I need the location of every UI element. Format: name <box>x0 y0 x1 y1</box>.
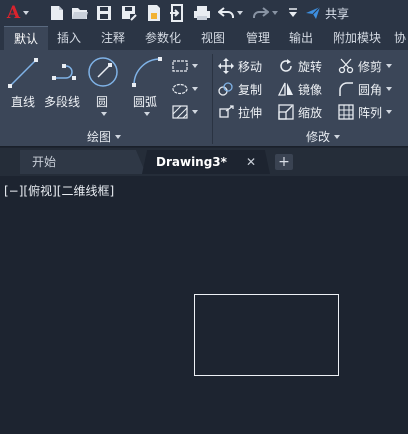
move-tool[interactable]: 移动 <box>218 56 262 76</box>
new-file-icon[interactable] <box>48 2 66 24</box>
rotate-label: 旋转 <box>298 59 323 74</box>
rectangle-icon <box>172 60 188 72</box>
move-label: 移动 <box>238 59 263 74</box>
tab-parametric[interactable]: 参数化 <box>138 26 188 50</box>
share-icon <box>305 6 321 20</box>
array-label: 阵列 <box>358 105 383 120</box>
fillet-dropdown-icon[interactable] <box>386 87 393 91</box>
array-tool[interactable]: 阵列 <box>338 102 393 122</box>
ribbon-panel: 直线 多段线 圆 圆弧 绘图 移动 旋转 修剪 复制 镜像 圆角 拉伸 缩放 阵… <box>0 50 408 147</box>
circle-tool-icon[interactable] <box>86 55 120 89</box>
ribbon-tab-bar: 默认 插入 注释 参数化 视图 管理 输出 附加模块 协 <box>0 26 408 50</box>
circle-dropdown-icon[interactable] <box>101 112 107 116</box>
mirror-icon <box>278 81 294 97</box>
share-button[interactable]: 共享 <box>305 3 349 23</box>
save-icon[interactable] <box>95 2 113 24</box>
drawn-rectangle[interactable] <box>194 294 339 376</box>
ellipse-tool[interactable] <box>172 79 198 99</box>
scale-tool[interactable]: 缩放 <box>278 102 322 122</box>
close-icon[interactable]: ✕ <box>246 150 256 174</box>
stretch-tool[interactable]: 拉伸 <box>218 102 262 122</box>
arc-tool-icon[interactable] <box>130 55 164 89</box>
ellipse-icon <box>172 83 188 95</box>
move-icon <box>218 58 234 74</box>
copy-label: 复制 <box>238 82 263 97</box>
share-label: 共享 <box>325 6 350 21</box>
trim-tool[interactable]: 修剪 <box>338 56 393 76</box>
array-dropdown-icon[interactable] <box>386 110 393 114</box>
file-tab-bar: 开始 Drawing3* ✕ + <box>0 148 408 176</box>
line-tool-label[interactable]: 直线 <box>11 93 35 110</box>
trim-dropdown-icon[interactable] <box>386 64 393 68</box>
stretch-icon <box>218 104 234 120</box>
copy-tool[interactable]: 复制 <box>218 79 262 99</box>
fillet-icon <box>338 81 354 97</box>
stretch-label: 拉伸 <box>238 105 263 120</box>
tab-manage[interactable]: 管理 <box>239 26 277 50</box>
new-tab-button[interactable]: + <box>275 154 293 170</box>
plot-icon[interactable] <box>192 2 212 24</box>
tab-annotate[interactable]: 注释 <box>94 26 132 50</box>
publish-icon[interactable] <box>145 2 163 24</box>
rectangle-tool[interactable] <box>172 56 198 76</box>
fillet-tool[interactable]: 圆角 <box>338 79 393 99</box>
mirror-tool[interactable]: 镜像 <box>278 79 322 99</box>
draw-panel-label: 绘图 <box>87 130 112 144</box>
tab-drawing3[interactable]: Drawing3* ✕ <box>142 150 270 174</box>
viewport-controls[interactable]: [−][俯视][二维线框] <box>4 182 114 199</box>
hatch-tool[interactable] <box>172 102 198 122</box>
arc-tool-label[interactable]: 圆弧 <box>133 93 157 110</box>
modify-panel-label: 修改 <box>306 130 331 144</box>
autocad-logo-icon[interactable]: A <box>4 2 32 24</box>
tab-view[interactable]: 视图 <box>194 26 232 50</box>
tab-addins[interactable]: 附加模块 <box>326 26 388 50</box>
panel-divider <box>212 54 213 144</box>
scissors-icon <box>338 58 354 74</box>
modify-panel-title[interactable]: 修改 <box>306 128 341 146</box>
scale-icon <box>278 104 294 120</box>
polyline-tool-icon[interactable] <box>50 58 82 88</box>
copy-icon <box>218 81 234 97</box>
tab-drawing3-label: Drawing3* <box>156 155 227 169</box>
tab-collaborate[interactable]: 协 <box>394 26 408 50</box>
line-tool-icon[interactable] <box>6 56 40 90</box>
open-folder-icon[interactable] <box>70 2 90 24</box>
customize-dropdown-icon[interactable] <box>286 2 300 24</box>
rotate-icon <box>278 58 294 74</box>
array-icon <box>338 104 354 120</box>
scale-label: 缩放 <box>298 105 323 120</box>
trim-label: 修剪 <box>358 59 383 74</box>
tab-start[interactable]: 开始 <box>20 150 146 174</box>
chevron-down-icon <box>115 135 122 139</box>
draw-panel-title[interactable]: 绘图 <box>87 128 122 146</box>
drawing-canvas[interactable]: [−][俯视][二维线框] <box>0 176 408 434</box>
undo-icon[interactable] <box>217 2 243 24</box>
tab-start-label: 开始 <box>32 155 57 169</box>
save-as-icon[interactable] <box>120 2 138 24</box>
quick-access-toolbar: A 共享 <box>0 0 408 26</box>
mirror-label: 镜像 <box>298 82 323 97</box>
redo-icon[interactable] <box>252 2 278 24</box>
polyline-tool-label[interactable]: 多段线 <box>44 93 80 110</box>
circle-tool-label[interactable]: 圆 <box>96 93 108 110</box>
tab-output[interactable]: 输出 <box>282 26 320 50</box>
chevron-down-icon <box>334 135 341 139</box>
rotate-tool[interactable]: 旋转 <box>278 56 322 76</box>
import-icon[interactable] <box>168 2 186 24</box>
arc-dropdown-icon[interactable] <box>144 112 150 116</box>
fillet-label: 圆角 <box>358 82 383 97</box>
tab-default[interactable]: 默认 <box>4 26 48 50</box>
tab-insert[interactable]: 插入 <box>50 26 88 50</box>
hatch-icon <box>172 105 188 119</box>
